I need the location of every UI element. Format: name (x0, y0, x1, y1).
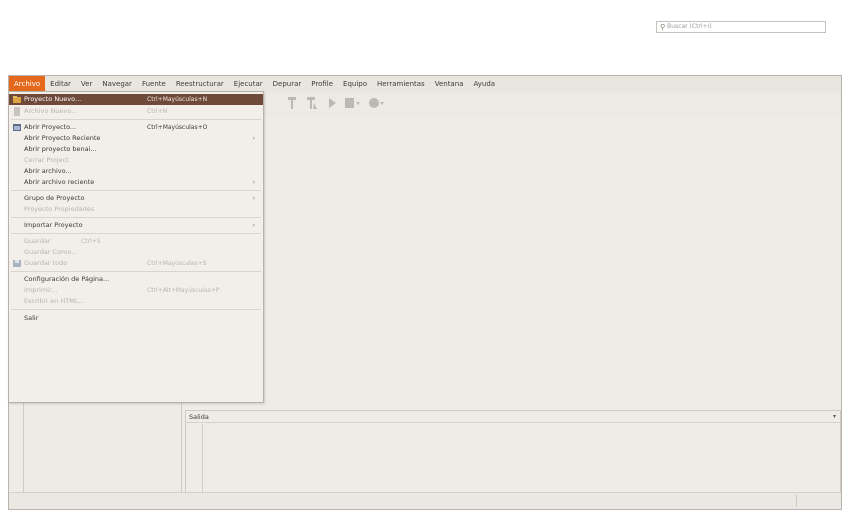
submenu-arrow-icon: › (252, 135, 255, 142)
menu-separator (11, 233, 261, 234)
menu-separator (11, 190, 261, 191)
menu-separator (11, 119, 261, 120)
menu-item-abrir-archivo[interactable]: Abrir archivo... (9, 166, 263, 177)
status-bar (9, 492, 841, 509)
menu-ventana[interactable]: Ventana (430, 76, 469, 92)
menu-item-grupo-de-proyecto[interactable]: Grupo de Proyecto › (9, 193, 263, 204)
submenu-arrow-icon: › (252, 195, 255, 202)
output-divider (202, 424, 203, 492)
menu-item-abrir-proyecto-benai[interactable]: Abrir proyecto benai... (9, 144, 263, 155)
menu-item-abrir-proyecto[interactable]: Abrir Proyecto... Ctrl+Mayúsculas+O (9, 122, 263, 133)
menu-item-abrir-archivo-reciente[interactable]: Abrir archivo reciente › (9, 177, 263, 188)
menu-herramientas[interactable]: Herramientas (372, 76, 430, 92)
profile-icon[interactable] (367, 96, 387, 112)
search-input[interactable]: ⚲ Buscar (Ctrl+I) (656, 21, 826, 33)
menu-item-escribir-en-html[interactable]: Escribir en HTML... (9, 296, 263, 307)
search-icon: ⚲ (660, 23, 666, 31)
menu-fuente[interactable]: Fuente (137, 76, 171, 92)
menu-separator (11, 271, 261, 272)
menu-separator (11, 309, 261, 310)
open-project-icon (13, 123, 22, 132)
menu-item-cerrar-project[interactable]: Cerrar Project (9, 155, 263, 166)
run-icon[interactable] (325, 96, 339, 112)
clean-build-icon[interactable] (305, 96, 319, 112)
menu-ayuda[interactable]: Ayuda (468, 76, 500, 92)
new-project-icon (13, 95, 22, 104)
menu-item-salir[interactable]: Salir (9, 313, 263, 324)
file-menu-dropdown: Proyecto Nuevo... Ctrl+Mayúsculas+N Arch… (8, 91, 264, 403)
menu-separator (11, 217, 261, 218)
menu-depurar[interactable]: Depurar (268, 76, 307, 92)
menu-equipo[interactable]: Equipo (338, 76, 372, 92)
menu-navegar[interactable]: Navegar (97, 76, 137, 92)
menu-item-guardar-como[interactable]: Guardar Como... (9, 247, 263, 258)
menu-item-guardar[interactable]: Guardar Ctrl+S (9, 236, 263, 247)
submenu-arrow-icon: › (252, 222, 255, 229)
search-placeholder: Buscar (Ctrl+I) (667, 23, 712, 30)
debug-icon[interactable] (343, 96, 363, 112)
menu-archivo[interactable]: Archivo (9, 76, 46, 92)
new-file-icon (13, 107, 22, 116)
menu-ejecutar[interactable]: Ejecutar (229, 76, 268, 92)
menu-item-configuracion-de-pagina[interactable]: Configuración de Página... (9, 274, 263, 285)
save-all-icon (13, 259, 22, 268)
menu-item-proyecto-nuevo[interactable]: Proyecto Nuevo... Ctrl+Mayúsculas+N (9, 94, 263, 105)
output-title: Salida (186, 411, 840, 423)
menu-item-imprimir[interactable]: Imprimir... Ctrl+Alt+Mayúsculas+P (9, 285, 263, 296)
menu-item-guardar-todo[interactable]: Guardar todo Ctrl+Mayúsculas+S (9, 258, 263, 269)
status-separator (796, 495, 797, 507)
menu-item-importar-proyecto[interactable]: Importar Proyecto › (9, 220, 263, 231)
menu-item-archivo-nuevo[interactable]: Archivo Nuevo... Ctrl+N (9, 106, 263, 117)
menu-ver[interactable]: Ver (76, 76, 97, 92)
hammer-icon[interactable] (285, 96, 299, 112)
menu-reestructurar[interactable]: Reestructurar (171, 76, 229, 92)
projects-panel[interactable] (23, 401, 182, 495)
output-panel[interactable]: Salida ▾ (185, 410, 841, 494)
menu-editar[interactable]: Editar (45, 76, 76, 92)
menu-item-proyecto-propiedades[interactable]: Proyecto Propiedades (9, 204, 263, 215)
menu-item-abrir-proyecto-reciente[interactable]: Abrir Proyecto Reciente › (9, 133, 263, 144)
submenu-arrow-icon: › (252, 179, 255, 186)
menu-profile[interactable]: Profile (306, 76, 338, 92)
chevron-down-icon[interactable]: ▾ (833, 413, 836, 420)
